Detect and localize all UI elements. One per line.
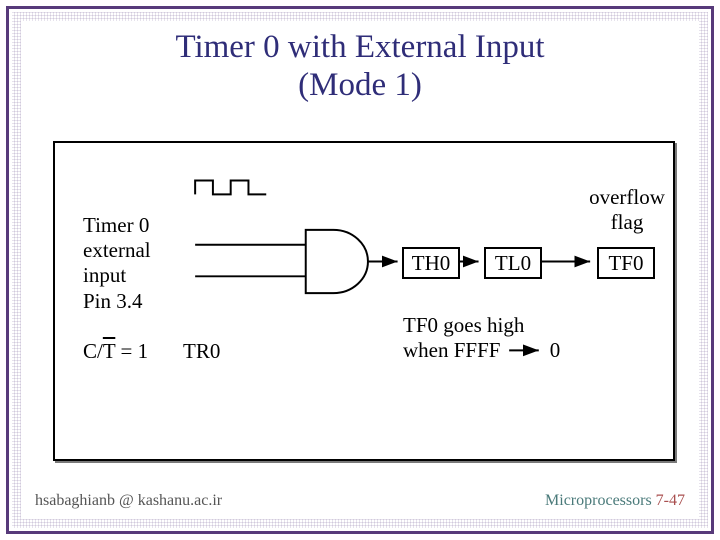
title-line-1: Timer 0 with External Input (175, 29, 544, 65)
th0-box: TH0 (402, 247, 460, 279)
ext-input-label: Timer 0 external input Pin 3.4 (83, 213, 151, 314)
footer-page: Microprocessors 7-47 (545, 492, 685, 510)
tl0-box: TL0 (484, 247, 542, 279)
overflow-flag-label: overflow flag (577, 185, 677, 235)
title-line-2: (Mode 1) (298, 67, 422, 103)
slide-outer-frame: Timer 0 with External Input (Mode 1) (6, 6, 714, 534)
tf0-box: TF0 (597, 247, 655, 279)
diagram-frame: Timer 0 external input Pin 3.4 C/T = 1 T… (53, 141, 675, 461)
slide-title: Timer 0 with External Input (Mode 1) (21, 21, 699, 109)
tf0-note: TF0 goes high when FFFF 0 (403, 313, 560, 363)
footer-course: Microprocessors (545, 492, 656, 509)
tr0-label: TR0 (183, 339, 220, 364)
clock-pulse-icon (195, 181, 266, 195)
and-gate-icon (306, 230, 368, 293)
footer-author: hsabaghianb @ kashanu.ac.ir (35, 492, 222, 510)
ct-label: C/T = 1 (83, 339, 148, 364)
footer-page-number: 7-47 (656, 492, 685, 509)
slide-content: Timer 0 with External Input (Mode 1) (21, 21, 699, 519)
